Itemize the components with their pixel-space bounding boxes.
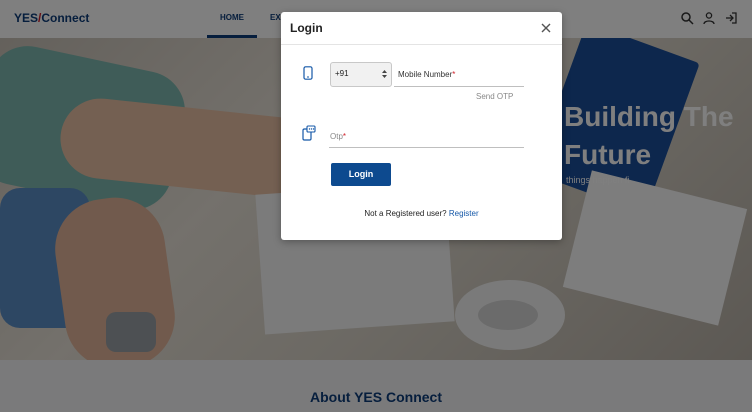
country-code-value: +91 <box>335 69 349 78</box>
country-code-select[interactable]: +91 <box>330 62 392 87</box>
register-link[interactable]: Register <box>449 209 479 218</box>
register-prompt-text: Not a Registered user? <box>364 209 447 218</box>
modal-title: Login <box>290 21 323 35</box>
otp-input[interactable]: Otp* <box>329 128 524 148</box>
select-arrows-icon <box>381 68 388 80</box>
send-otp-link[interactable]: Send OTP <box>476 92 513 101</box>
otp-message-icon <box>302 125 316 141</box>
login-modal: Login +91 Mobile Number* Send OTP Otp* L… <box>281 12 562 240</box>
close-icon[interactable] <box>539 21 553 35</box>
login-button[interactable]: Login <box>331 163 391 186</box>
required-asterisk: * <box>342 132 347 141</box>
required-asterisk: * <box>452 70 456 79</box>
mobile-number-label: Mobile Number* <box>398 70 456 79</box>
mobile-number-input[interactable]: Mobile Number* <box>394 69 524 87</box>
mobile-phone-icon <box>302 66 314 80</box>
register-prompt-row: Not a Registered user? Register <box>281 209 562 218</box>
otp-label: Otp* <box>330 132 347 141</box>
modal-header: Login <box>281 12 562 45</box>
